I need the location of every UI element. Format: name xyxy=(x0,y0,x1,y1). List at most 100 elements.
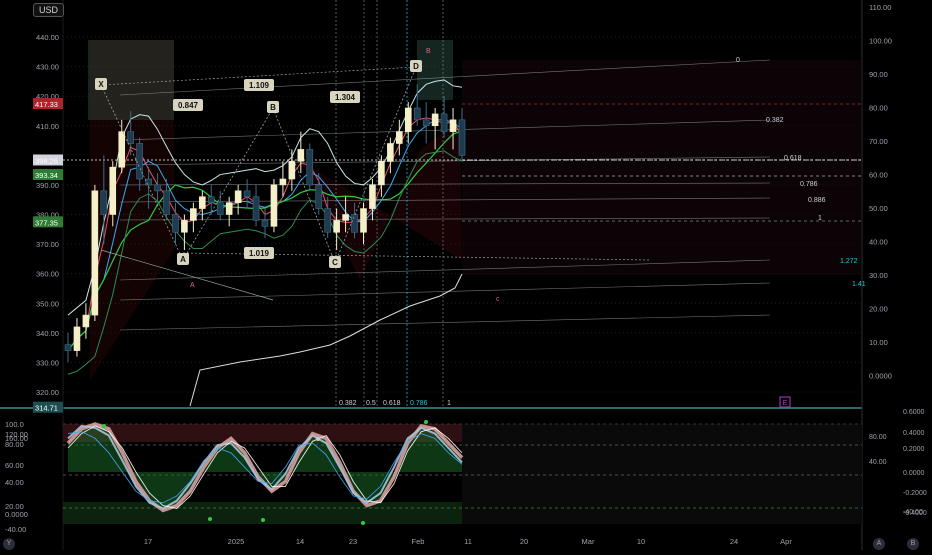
pattern-point-label-d: D xyxy=(413,62,419,71)
pattern-point-label-a: A xyxy=(180,255,186,264)
osc-left-axis-tick: -40.00 xyxy=(5,525,26,534)
candle-body xyxy=(360,208,367,233)
left-axis-tick: 360.00 xyxy=(36,270,59,279)
candle-body xyxy=(261,220,269,227)
candle-body xyxy=(225,202,233,215)
right-axis-tick: 20.00 xyxy=(869,305,888,314)
left-axis-tick: 320.00 xyxy=(36,388,59,397)
fib-projection-label: 0.786 xyxy=(800,181,818,188)
osc-right-axis-tick: 0.6000 xyxy=(903,409,925,416)
candle-body xyxy=(315,184,323,209)
corner-left-button[interactable]: Y xyxy=(3,538,15,550)
osc-signal-dot xyxy=(316,437,320,441)
candle-body xyxy=(252,196,260,221)
left-axis-tick: 430.00 xyxy=(36,63,59,72)
projection-zone xyxy=(462,60,862,275)
fib-projection-label: 0.618 xyxy=(784,155,802,162)
misc-label-a: A xyxy=(190,282,195,289)
pattern-point-label-c: C xyxy=(332,258,338,267)
candle-body xyxy=(342,214,349,221)
candle-body xyxy=(288,160,296,180)
x-axis-tick: 20 xyxy=(520,537,528,546)
candle-body xyxy=(270,184,278,227)
osc-left-axis-tick: 60.00 xyxy=(5,461,24,470)
chart-canvas[interactable]: 0 0.382 0.618 0.786 0.886 1 1.272 1.41 0.382 0.5 0… xyxy=(0,0,932,550)
corner-right-button-a[interactable]: A xyxy=(873,538,885,550)
candle-body xyxy=(351,214,358,233)
candle-body xyxy=(154,184,161,192)
trading-chart[interactable]: 0 0.382 0.618 0.786 0.886 1 1.272 1.41 0.382 0.5 0… xyxy=(0,0,932,550)
pattern-point-label-x: X xyxy=(98,80,104,89)
left-axis-tick: 340.00 xyxy=(36,329,59,338)
candle-body xyxy=(404,107,412,132)
osc-signal-dot xyxy=(361,521,365,525)
candle-body xyxy=(378,160,385,186)
x-axis-tick: Feb xyxy=(412,537,425,546)
right-axis-tick: 30.00 xyxy=(869,271,888,280)
osc-right-axis-tick: -0.2000 xyxy=(903,490,927,497)
osc-left-axis-tick: 0.0000 xyxy=(5,510,28,519)
candle-body xyxy=(91,190,99,316)
pattern-ratio-label: 1.019 xyxy=(249,249,270,258)
osc-signal-dot xyxy=(424,420,428,424)
left-axis-tick: 390.00 xyxy=(36,181,59,190)
right-axis-tick: 110.00 xyxy=(869,3,891,12)
candle-body xyxy=(279,178,287,186)
corner-right-button-b[interactable]: B xyxy=(907,538,919,550)
fib-projection-label: 1.272 xyxy=(840,258,858,265)
candle-body xyxy=(82,314,90,328)
candle-body xyxy=(413,107,421,121)
right-axis-tick: 60.00 xyxy=(869,171,888,180)
x-axis-tick: 10 xyxy=(637,537,645,546)
right-axis-tick: 0.0000 xyxy=(869,372,892,381)
price-label: 377.35 xyxy=(35,218,58,227)
x-axis-tick: Apr xyxy=(780,537,792,546)
candle-body xyxy=(306,149,314,186)
osc-right-axis-tick: -0.4000 xyxy=(903,510,927,517)
osc-left-axis-tick: 100.0 xyxy=(5,420,24,429)
zone-label: B xyxy=(426,48,431,55)
candle-body xyxy=(369,184,376,209)
right-axis-tick: 100.00 xyxy=(869,37,892,46)
candle-body xyxy=(136,143,143,180)
candle-body xyxy=(396,131,403,144)
left-axis-tick: 410.00 xyxy=(36,122,59,131)
x-axis-tick: 2025 xyxy=(228,537,245,546)
candle-body xyxy=(297,149,305,162)
candle-body xyxy=(333,220,340,233)
osc-right-axis-tick: 0.4000 xyxy=(903,430,925,437)
osc-left-axis-tick: 80.00 xyxy=(5,440,24,449)
x-axis-tick: 14 xyxy=(296,537,304,546)
right-axis-tick: 70.00 xyxy=(869,137,888,146)
osc-overbought-band xyxy=(63,424,463,442)
right-axis-tick: 50.00 xyxy=(869,204,888,213)
osc-right-axis-tick: 40.00 xyxy=(869,459,887,466)
misc-label-e: E xyxy=(783,400,788,407)
left-axis-tick: 350.00 xyxy=(36,299,59,308)
candle-body xyxy=(190,208,197,221)
left-axis-tick: 330.00 xyxy=(36,358,59,367)
left-axis-tick: 440.00 xyxy=(36,33,59,42)
candle-body xyxy=(181,220,188,233)
candle-body xyxy=(199,196,206,209)
pattern-ratio-label: 0.847 xyxy=(178,101,199,110)
price-label: 314.71 xyxy=(35,404,58,413)
candle-body xyxy=(100,190,108,215)
currency-badge[interactable]: USD xyxy=(33,3,65,17)
candle-body xyxy=(207,196,215,203)
right-axis-tick: 80.00 xyxy=(869,104,888,113)
fib-time-label: 0.5 xyxy=(366,400,376,407)
candle-body xyxy=(449,119,457,132)
fib-projection-label: 0.382 xyxy=(766,117,784,124)
candle-body xyxy=(324,208,331,233)
osc-signal-dot xyxy=(208,517,212,521)
price-label: 393.34 xyxy=(35,171,58,180)
osc-signal-dot xyxy=(102,424,106,428)
x-axis-tick: Mar xyxy=(582,537,595,546)
candle-body xyxy=(234,190,242,203)
fib-time-label: 0.786 xyxy=(410,400,428,407)
left-axis-tick: 370.00 xyxy=(36,240,59,249)
price-label: 417.33 xyxy=(35,100,58,109)
osc-empty-area xyxy=(462,424,862,524)
pattern-point-label-b: B xyxy=(270,103,276,112)
